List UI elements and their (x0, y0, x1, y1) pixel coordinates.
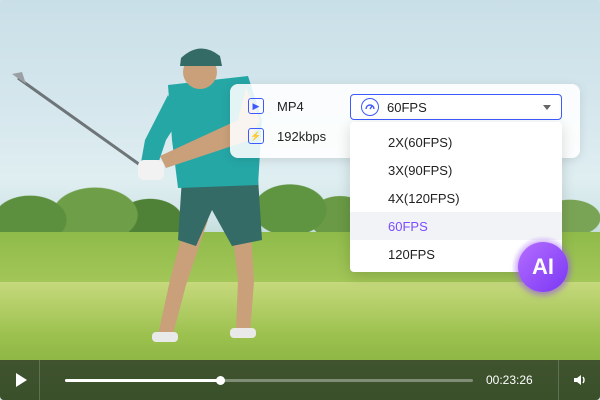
volume-icon (573, 375, 585, 385)
bitrate-label: 192kbps (277, 128, 327, 144)
format-label: MP4 (277, 98, 304, 114)
framerate-option[interactable]: 2X(60FPS) (350, 128, 562, 156)
progress-fill (65, 379, 221, 382)
player-controls: 00:23:26 (0, 360, 600, 400)
progress-bar[interactable] (65, 376, 473, 385)
volume-button[interactable] (558, 360, 600, 400)
framerate-option[interactable]: 4X(120FPS) (350, 184, 562, 212)
framerate-option[interactable]: 3X(90FPS) (350, 156, 562, 184)
speed-gauge-icon (361, 98, 379, 116)
format-row: ▶ MP4 (248, 96, 304, 116)
framerate-select[interactable]: 60FPS (350, 94, 562, 120)
chevron-down-icon[interactable] (543, 105, 551, 110)
bitrate-row: ⚡ 192kbps (248, 126, 326, 146)
framerate-option-selected[interactable]: 60FPS (350, 212, 562, 240)
play-icon (15, 373, 27, 387)
video-camera-icon: ▶ (248, 98, 264, 114)
lightning-icon: ⚡ (248, 128, 264, 144)
video-preview: ▶ MP4 ⚡ 192kbps 60FPS 2X(60FPS) 3X(90FPS… (0, 0, 600, 400)
ai-badge[interactable]: AI (518, 242, 568, 292)
time-readout: 00:23:26 (486, 373, 533, 387)
progress-handle[interactable] (216, 376, 226, 385)
play-button[interactable] (0, 360, 40, 400)
framerate-value: 60FPS (387, 99, 427, 115)
